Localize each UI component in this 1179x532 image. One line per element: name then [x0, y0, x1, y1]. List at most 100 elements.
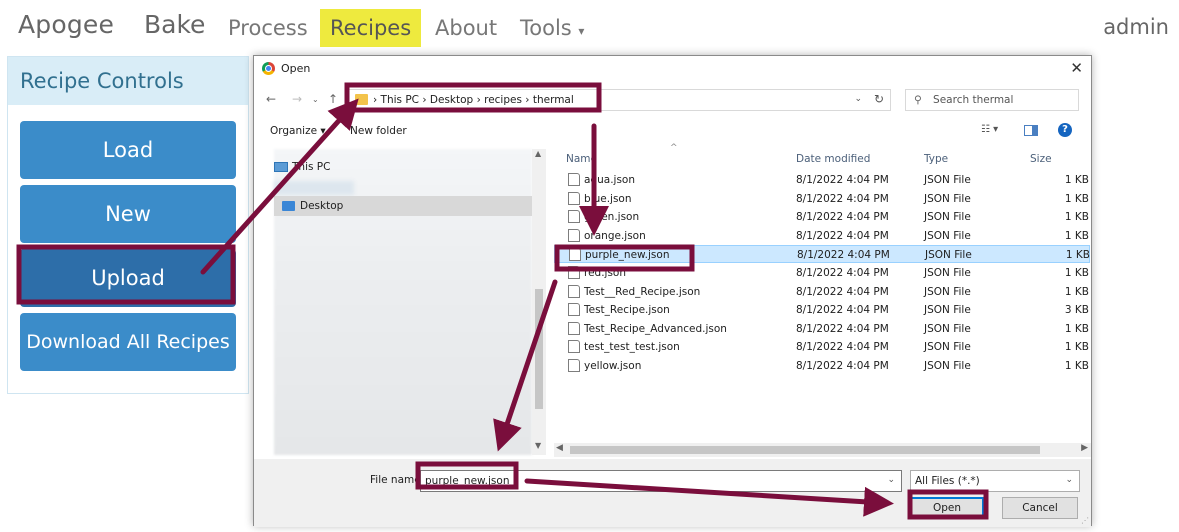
file-size: 1 KB — [1064, 211, 1089, 224]
file-name: red.json — [584, 267, 627, 279]
address-dropdown-icon[interactable]: ⌄ — [854, 94, 862, 104]
file-date: 8/1/2022 4:04 PM — [796, 229, 889, 242]
file-type: JSON File — [924, 174, 971, 186]
crumb-desktop[interactable]: Desktop — [430, 94, 473, 106]
download-all-button[interactable]: Download All Recipes — [20, 313, 236, 371]
file-row[interactable]: test_test_test.json 8/1/2022 4:04 PM JSON … — [554, 338, 1090, 356]
cancel-button[interactable]: Cancel — [1002, 497, 1078, 519]
file-date: 8/1/2022 4:04 PM — [796, 267, 889, 279]
up-arrow-icon[interactable]: ↑ — [328, 92, 338, 106]
dialog-toolbar: Organize ▾ New folder ☷ ▾ ? — [254, 120, 1091, 142]
sort-caret-icon: ^ — [670, 143, 678, 153]
file-row[interactable]: Test_Recipe.json 8/1/2022 4:04 PM JSON Fil… — [554, 301, 1090, 319]
file-size: 1 KB — [1064, 285, 1089, 298]
file-name-dropdown-icon[interactable]: ⌄ — [887, 475, 895, 485]
search-placeholder: Search thermal — [933, 94, 1014, 106]
hscroll-thumb[interactable] — [570, 446, 1040, 454]
forward-arrow-icon[interactable]: → — [292, 92, 302, 106]
top-navbar: Apogee Bake Process Recipes About Tools … — [0, 0, 1179, 50]
recipe-controls-panel: Recipe Controls Load New Upload Download… — [7, 56, 249, 394]
crumb-thermal[interactable]: thermal — [533, 94, 574, 106]
file-row[interactable]: green.json 8/1/2022 4:04 PM JSON File 1 KB — [554, 208, 1090, 226]
file-row[interactable]: red.json 8/1/2022 4:04 PM JSON File 1 KB — [554, 264, 1090, 282]
file-size: 1 KB — [1064, 341, 1089, 354]
col-date[interactable]: Date modified — [796, 153, 870, 165]
file-name: aqua.json — [584, 174, 635, 186]
scroll-up-icon[interactable]: ▲ — [535, 149, 541, 158]
file-row[interactable]: yellow.json 8/1/2022 4:04 PM JSON File 1 KB — [554, 357, 1090, 375]
new-folder-button[interactable]: New folder — [350, 125, 407, 137]
open-button[interactable]: Open — [910, 497, 984, 519]
file-type-select[interactable]: All Files (*.*) ⌄ — [910, 470, 1080, 492]
nav-process[interactable]: Process — [218, 9, 318, 47]
desktop-icon — [282, 201, 295, 211]
tree-label-desktop: Desktop — [300, 200, 344, 212]
file-name-input[interactable]: purple_new.json ⌄ — [420, 470, 902, 492]
brand-bake[interactable]: Bake — [144, 10, 205, 39]
search-icon: ⚲ — [914, 94, 922, 106]
file-type-value: All Files (*.*) — [915, 475, 980, 487]
file-date: 8/1/2022 4:04 PM — [797, 249, 890, 262]
file-type: JSON File — [924, 267, 971, 279]
file-row[interactable]: Test_Recipe_Advanced.json 8/1/2022 4:04 P… — [554, 320, 1090, 338]
tree-scroll-thumb[interactable] — [535, 289, 543, 409]
dialog-titlebar: Open — [262, 62, 310, 75]
nav-tools[interactable]: Tools ▾ — [510, 9, 594, 47]
open-file-dialog: Open ✕ ← → ⌄ ↑ › This PC › Desktop › rec… — [253, 55, 1092, 527]
file-name: Test_Recipe_Advanced.json — [584, 322, 727, 335]
file-row[interactable]: blue.json 8/1/2022 4:04 PM JSON File 1 KB — [554, 190, 1090, 208]
back-arrow-icon[interactable]: ← — [266, 92, 276, 106]
folder-icon — [355, 94, 368, 105]
tree-scrollbar[interactable]: ▲ ▼ — [532, 149, 546, 455]
search-box[interactable]: ⚲ Search thermal — [905, 89, 1079, 111]
view-options-icon[interactable]: ☷ ▾ — [981, 124, 998, 135]
nav-about[interactable]: About — [425, 9, 507, 47]
file-size: 1 KB — [1065, 249, 1090, 262]
file-type: JSON File — [924, 285, 971, 298]
tree-item-desktop[interactable]: Desktop — [274, 196, 532, 216]
col-size[interactable]: Size — [1030, 153, 1052, 165]
file-row[interactable]: purple_new.json 8/1/2022 4:04 PM JSON File… — [554, 245, 1090, 264]
file-icon — [568, 340, 580, 354]
scroll-left-icon[interactable]: ◀ — [556, 443, 563, 453]
nav-recipes[interactable]: Recipes — [320, 9, 422, 47]
file-size: 1 KB — [1064, 192, 1089, 205]
file-size: 1 KB — [1064, 229, 1089, 242]
brand-name[interactable]: Apogee — [18, 10, 114, 39]
help-icon[interactable]: ? — [1058, 123, 1072, 137]
address-row: ← → ⌄ ↑ › This PC › Desktop › recipes › … — [254, 86, 1091, 114]
dialog-footer: File name: purple_new.json ⌄ All Files (… — [254, 459, 1091, 527]
scroll-down-icon[interactable]: ▼ — [535, 441, 541, 450]
tree-item-this-pc[interactable]: This PC — [274, 161, 330, 173]
panel-title: Recipe Controls — [8, 57, 248, 105]
upload-button[interactable]: Upload — [20, 249, 236, 307]
file-size: 3 KB — [1064, 304, 1089, 317]
close-icon[interactable]: ✕ — [1070, 59, 1083, 77]
file-date: 8/1/2022 4:04 PM — [796, 174, 889, 186]
address-bar[interactable]: › This PC › Desktop › recipes › thermal … — [348, 89, 891, 111]
user-menu[interactable]: admin — [1103, 15, 1169, 39]
caret-down-icon: ▾ — [578, 24, 585, 38]
file-row[interactable]: orange.json 8/1/2022 4:04 PM JSON File 1 KB — [554, 227, 1090, 245]
file-row[interactable]: Test__Red_Recipe.json 8/1/2022 4:04 PM JSO… — [554, 283, 1090, 301]
crumb-recipes[interactable]: recipes — [484, 94, 522, 106]
breadcrumb: › This PC › Desktop › recipes › thermal — [373, 94, 574, 106]
refresh-icon[interactable]: ↻ — [874, 92, 884, 106]
crumb-this-pc[interactable]: This PC — [381, 94, 419, 106]
file-list-hscroll[interactable]: ◀ ▶ — [554, 443, 1091, 457]
organize-button[interactable]: Organize ▾ — [270, 125, 326, 137]
col-name[interactable]: Name — [566, 153, 597, 165]
resize-grip-icon[interactable]: ⋰ — [1081, 516, 1089, 525]
dialog-title: Open — [281, 62, 311, 75]
scroll-right-icon[interactable]: ▶ — [1081, 443, 1088, 453]
preview-pane-icon[interactable] — [1024, 125, 1038, 136]
col-type[interactable]: Type — [924, 153, 948, 165]
load-button[interactable]: Load — [20, 121, 236, 179]
file-size: 1 KB — [1064, 322, 1089, 335]
file-row[interactable]: aqua.json 8/1/2022 4:04 PM JSON File 1 KB — [554, 171, 1090, 189]
file-name: Test__Red_Recipe.json — [584, 285, 701, 298]
file-size: 1 KB — [1064, 174, 1089, 186]
new-button[interactable]: New — [20, 185, 236, 243]
recent-chevron-icon[interactable]: ⌄ — [312, 95, 319, 104]
file-name-label: File name: — [370, 474, 425, 486]
